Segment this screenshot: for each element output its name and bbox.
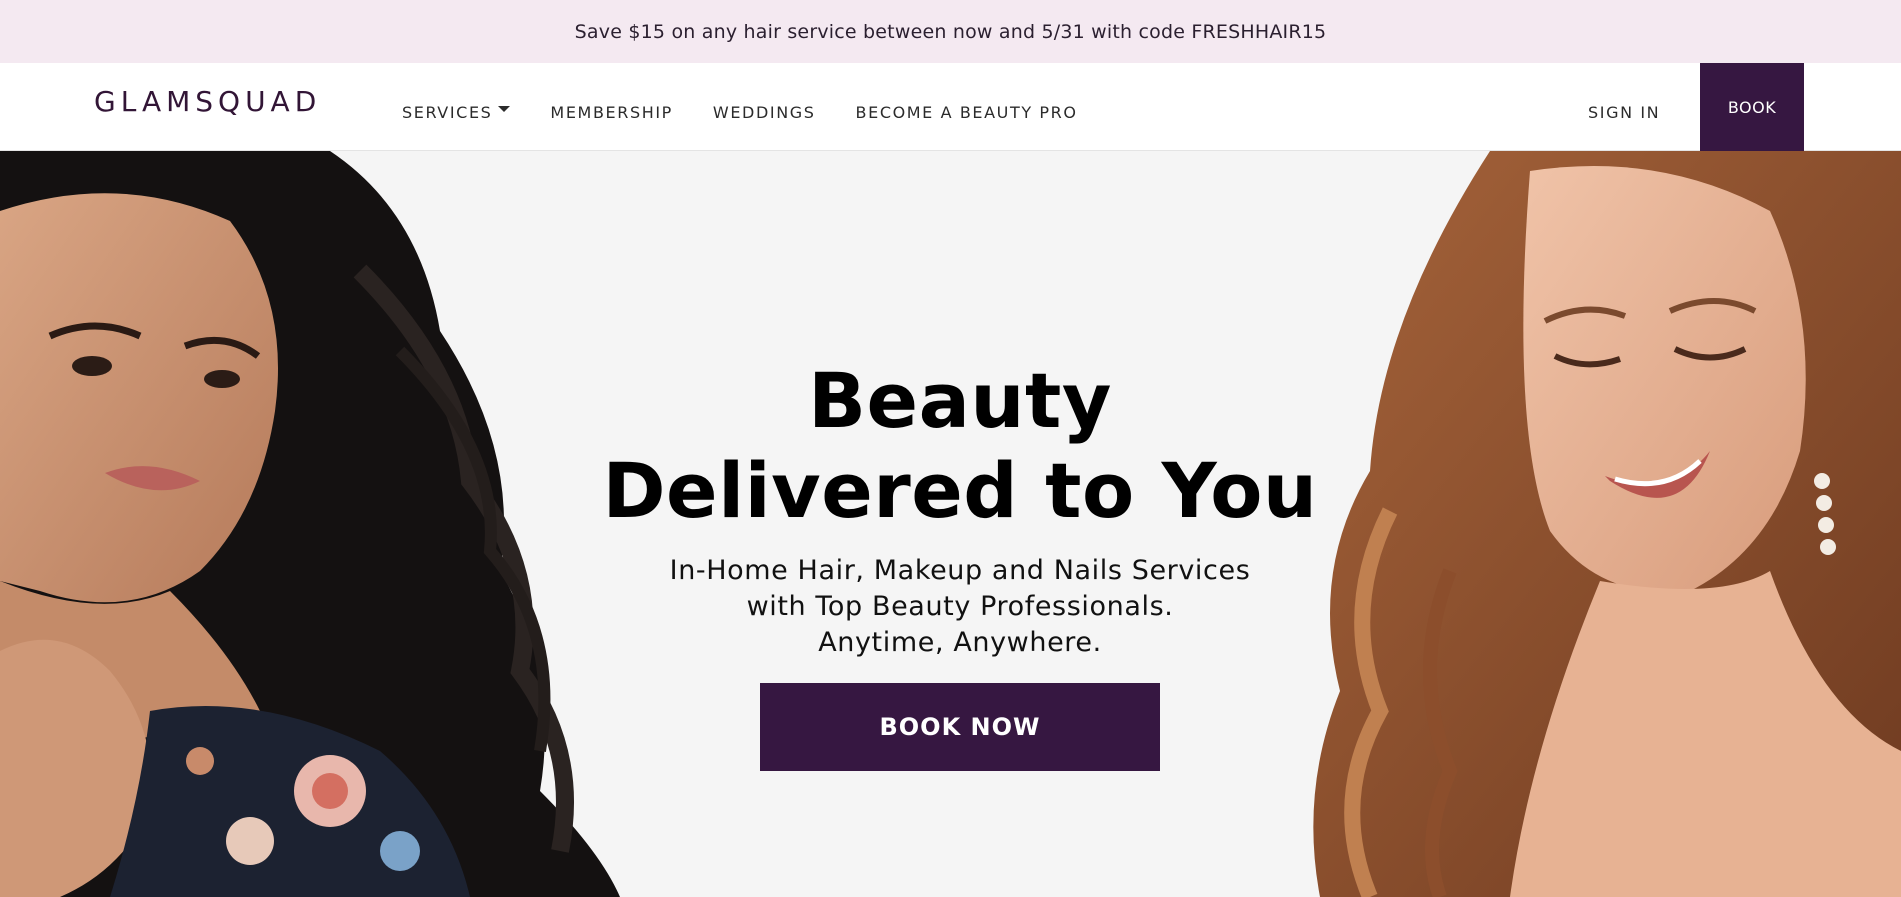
promo-text: Save $15 on any hair service between now… xyxy=(574,20,1327,43)
model-left-illustration xyxy=(0,151,640,897)
book-now-button[interactable]: BOOK NOW xyxy=(760,683,1160,771)
nav-item-weddings[interactable]: WEDDINGS xyxy=(713,93,816,122)
sign-in-link[interactable]: SIGN IN xyxy=(1588,63,1660,151)
chevron-down-icon xyxy=(498,106,511,112)
nav-item-membership-label: MEMBERSHIP xyxy=(550,102,673,122)
hero-subtitle-line: In-Home Hair, Makeup and Nails Services xyxy=(669,555,1251,586)
hero-photo-right xyxy=(1300,151,1901,897)
hero-subtitle-line: Anytime, Anywhere. xyxy=(818,627,1102,658)
nav-item-membership[interactable]: MEMBERSHIP xyxy=(550,93,672,122)
glamsquad-logo[interactable]: GLAMSQUAD xyxy=(94,85,321,118)
nav-item-weddings-label: WEDDINGS xyxy=(712,102,816,122)
nav-item-become-a-beauty-pro[interactable]: BECOME A BEAUTY PRO xyxy=(856,93,1078,122)
main-navbar: GLAMSQUAD SERVICES MEMBERSHIP WEDDINGS B… xyxy=(0,63,1901,151)
hero-section: Beauty Delivered to You In-Home Hair, Ma… xyxy=(0,151,1901,897)
hero-subtitle-line: with Top Beauty Professionals. xyxy=(746,591,1174,622)
book-button[interactable]: BOOK xyxy=(1700,63,1804,151)
nav-item-services-label: SERVICES xyxy=(402,102,493,122)
hero-photo-left xyxy=(0,151,640,897)
nav-item-beauty-pro-label: BECOME A BEAUTY PRO xyxy=(855,102,1078,122)
nav-item-services[interactable]: SERVICES xyxy=(402,93,511,122)
model-right-illustration xyxy=(1300,151,1901,897)
hero-subtitle: In-Home Hair, Makeup and Nails Services … xyxy=(600,553,1320,661)
promo-banner: Save $15 on any hair service between now… xyxy=(0,0,1901,63)
nav-links: SERVICES MEMBERSHIP WEDDINGS BECOME A BE… xyxy=(402,63,1118,151)
hero-title: Beauty Delivered to You xyxy=(602,356,1318,535)
